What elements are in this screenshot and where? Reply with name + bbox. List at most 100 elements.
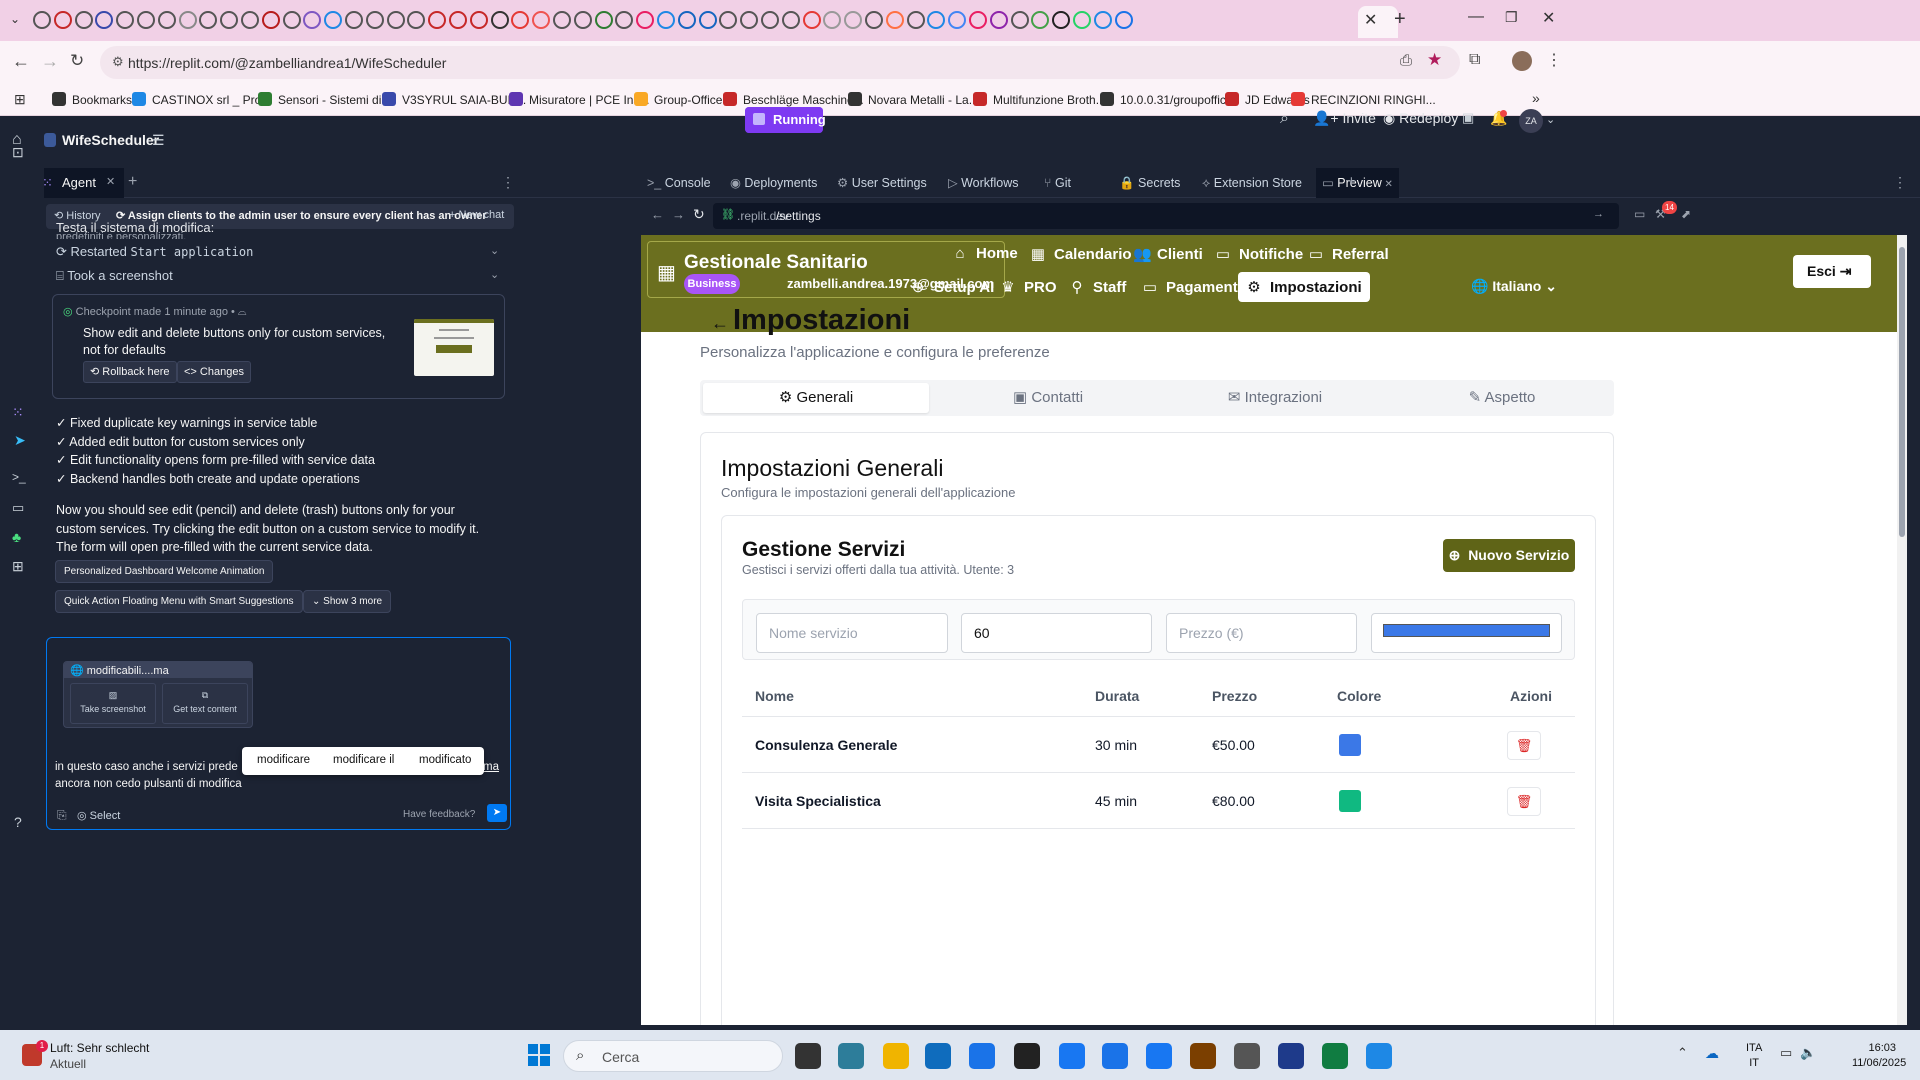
tab-favicon-icon[interactable]: [407, 11, 426, 29]
tab-favicon-icon[interactable]: [885, 11, 904, 29]
onedrive-icon[interactable]: ☁: [1705, 1045, 1719, 1062]
bookmark-item[interactable]: V3SYRUL SAIA-BUR...: [382, 92, 526, 107]
bookmark-item[interactable]: RECINZIONI RINGHI...: [1291, 92, 1436, 107]
delete-button[interactable]: 🗑: [1507, 787, 1541, 816]
more-bookmarks-icon[interactable]: »: [1532, 90, 1540, 106]
taskbar-search[interactable]: ⌕ Cerca: [563, 1040, 783, 1072]
taskbar-app-icon[interactable]: [1234, 1043, 1260, 1069]
tab-favicon-icon[interactable]: [365, 11, 384, 29]
nav-impostazioni[interactable]: ⚙ Impostazioni: [1238, 272, 1370, 302]
nav-pro[interactable]: ♛ PRO: [1000, 278, 1056, 296]
tab-favicon-icon[interactable]: [220, 11, 239, 29]
expand-step-icon[interactable]: ⌄: [490, 244, 499, 257]
get-text-button[interactable]: ⧉ Get text content: [162, 683, 248, 724]
nav-home[interactable]: ⌂ Home: [952, 245, 1017, 262]
tab-favicon-icon[interactable]: [1073, 11, 1091, 29]
bookmark-item[interactable]: Bookmarks: [52, 92, 132, 107]
language-indicator[interactable]: ITA IT: [1746, 1041, 1762, 1071]
back-icon[interactable]: ←: [12, 51, 30, 72]
project-name[interactable]: WifeScheduler: [62, 132, 159, 148]
invite-button[interactable]: 👤+ Invite: [1313, 110, 1376, 127]
preview-reload-icon[interactable]: ↻: [693, 206, 705, 223]
avatar-chevron-icon[interactable]: ⌄: [1546, 113, 1555, 126]
show-more-button[interactable]: ⌄ Show 3 more: [303, 590, 392, 613]
tab-favicon-icon[interactable]: [844, 11, 863, 29]
service-color-input[interactable]: [1371, 613, 1562, 653]
tab-favicon-icon[interactable]: [1010, 11, 1029, 29]
tab-favicon-icon[interactable]: [33, 11, 51, 29]
taskbar-app-icon[interactable]: [1146, 1043, 1172, 1069]
close-agent-tab-icon[interactable]: ✕: [106, 175, 115, 188]
new-chat-button[interactable]: + New chat: [449, 209, 504, 221]
tab-favicon-icon[interactable]: [927, 11, 946, 29]
tab-favicon-icon[interactable]: [719, 11, 738, 29]
agent-rail-icon[interactable]: ⁙: [12, 404, 24, 421]
apps-grid-icon[interactable]: ⊞: [14, 91, 26, 108]
close-preview-tab-icon[interactable]: ✕: [1382, 179, 1393, 190]
chat-input-box[interactable]: 🌐 modificabili....ma ▨ Take screenshot ⧉ G…: [46, 637, 511, 830]
tab-secrets[interactable]: 🔒 Secrets: [1113, 168, 1186, 198]
run-status-button[interactable]: Running: [745, 107, 826, 133]
tab-favicon-icon[interactable]: [449, 11, 467, 29]
files-icon[interactable]: ☰: [152, 132, 165, 149]
site-info-icon[interactable]: ⚙: [112, 54, 124, 70]
tab-integrazioni[interactable]: ✉ Integrazioni: [1162, 380, 1388, 416]
network-icon[interactable]: ▭: [1780, 1045, 1792, 1061]
workspace-rail-icon[interactable]: ⊡: [12, 144, 24, 161]
tab-favicon-icon[interactable]: [989, 11, 1008, 29]
logout-button[interactable]: Esci ⇥: [1793, 255, 1871, 288]
bookmark-item[interactable]: Beschläge Maschine...: [723, 92, 864, 107]
preview-url-field[interactable]: ⛓ .replit.dev /settings →: [713, 203, 1619, 229]
tab-favicon-icon[interactable]: [1114, 11, 1133, 29]
extensions-icon[interactable]: ⧉: [1469, 51, 1480, 69]
tab-favicon-icon[interactable]: [490, 11, 509, 29]
step-restarted[interactable]: ⟳ Restarted Start application: [56, 244, 253, 260]
devices-icon[interactable]: ▣: [1462, 110, 1474, 126]
taskbar-app-icon[interactable]: [969, 1043, 995, 1069]
preview-scrollbar[interactable]: [1897, 235, 1907, 1025]
nav-clienti[interactable]: 👥 Clienti: [1133, 245, 1203, 263]
taskbar-app-icon[interactable]: [925, 1043, 951, 1069]
nav-setup-ai[interactable]: ⊕ Setup AI: [910, 278, 995, 296]
tab-favicon-icon[interactable]: [657, 11, 675, 29]
tools-rail-icon[interactable]: ⊞: [12, 558, 24, 575]
tab-favicon-icon[interactable]: [386, 11, 405, 29]
taskbar-app-icon[interactable]: [838, 1043, 864, 1069]
tab-favicon-icon[interactable]: [95, 11, 114, 29]
nav-calendario[interactable]: ▦ Calendario: [1030, 245, 1132, 263]
tab-favicon-icon[interactable]: [116, 11, 135, 29]
shell-rail-icon[interactable]: >_: [12, 470, 26, 484]
open-arrow-icon[interactable]: →: [1593, 208, 1604, 220]
tab-favicon-icon[interactable]: [761, 11, 779, 29]
tab-favicon-icon[interactable]: [428, 11, 447, 29]
taskbar-app-icon[interactable]: [883, 1043, 909, 1069]
tab-favicon-icon[interactable]: [511, 11, 530, 29]
tab-favicon-icon[interactable]: [303, 11, 322, 29]
tab-aspetto[interactable]: ✎ Aspetto: [1389, 380, 1615, 416]
scrollbar-thumb[interactable]: [1899, 247, 1905, 537]
search-icon[interactable]: ⌕: [1280, 110, 1289, 128]
taskbar-app-icon[interactable]: [1278, 1043, 1304, 1069]
bookmark-star-icon[interactable]: ★: [1427, 50, 1442, 70]
suggestion-chip[interactable]: Quick Action Floating Menu with Smart Su…: [55, 590, 303, 613]
tab-contatti[interactable]: ▣ Contatti: [935, 380, 1161, 416]
expand-step-icon[interactable]: ⌄: [490, 268, 499, 281]
browser-menu-icon[interactable]: ⋮: [1546, 50, 1562, 70]
external-link-icon[interactable]: ⬈: [1681, 207, 1691, 221]
clock[interactable]: 16:03 11/06/2025: [1852, 1041, 1906, 1071]
paperclip-icon[interactable]: ⎘: [57, 808, 67, 823]
rollback-button[interactable]: ⟲ Rollback here: [83, 361, 177, 383]
tab-favicon-icon[interactable]: [698, 11, 717, 29]
tab-favicon-icon[interactable]: [345, 11, 363, 29]
bookmark-item[interactable]: Novara Metalli - La...: [848, 92, 979, 107]
help-icon[interactable]: ?: [14, 814, 22, 830]
tab-generali[interactable]: ⚙ Generali: [703, 380, 929, 416]
volume-icon[interactable]: 🔈: [1800, 1045, 1816, 1061]
select-button[interactable]: ◎ Select: [77, 809, 120, 822]
tab-favicon-icon[interactable]: [74, 11, 93, 29]
tab-favicon-icon[interactable]: [573, 11, 592, 29]
tab-favicon-icon[interactable]: [157, 11, 176, 29]
nav-referral[interactable]: ▭ Referral: [1308, 245, 1389, 263]
new-service-button[interactable]: ⊕ Nuovo Servizio: [1443, 539, 1575, 572]
close-tab-icon[interactable]: ✕: [1364, 10, 1377, 30]
